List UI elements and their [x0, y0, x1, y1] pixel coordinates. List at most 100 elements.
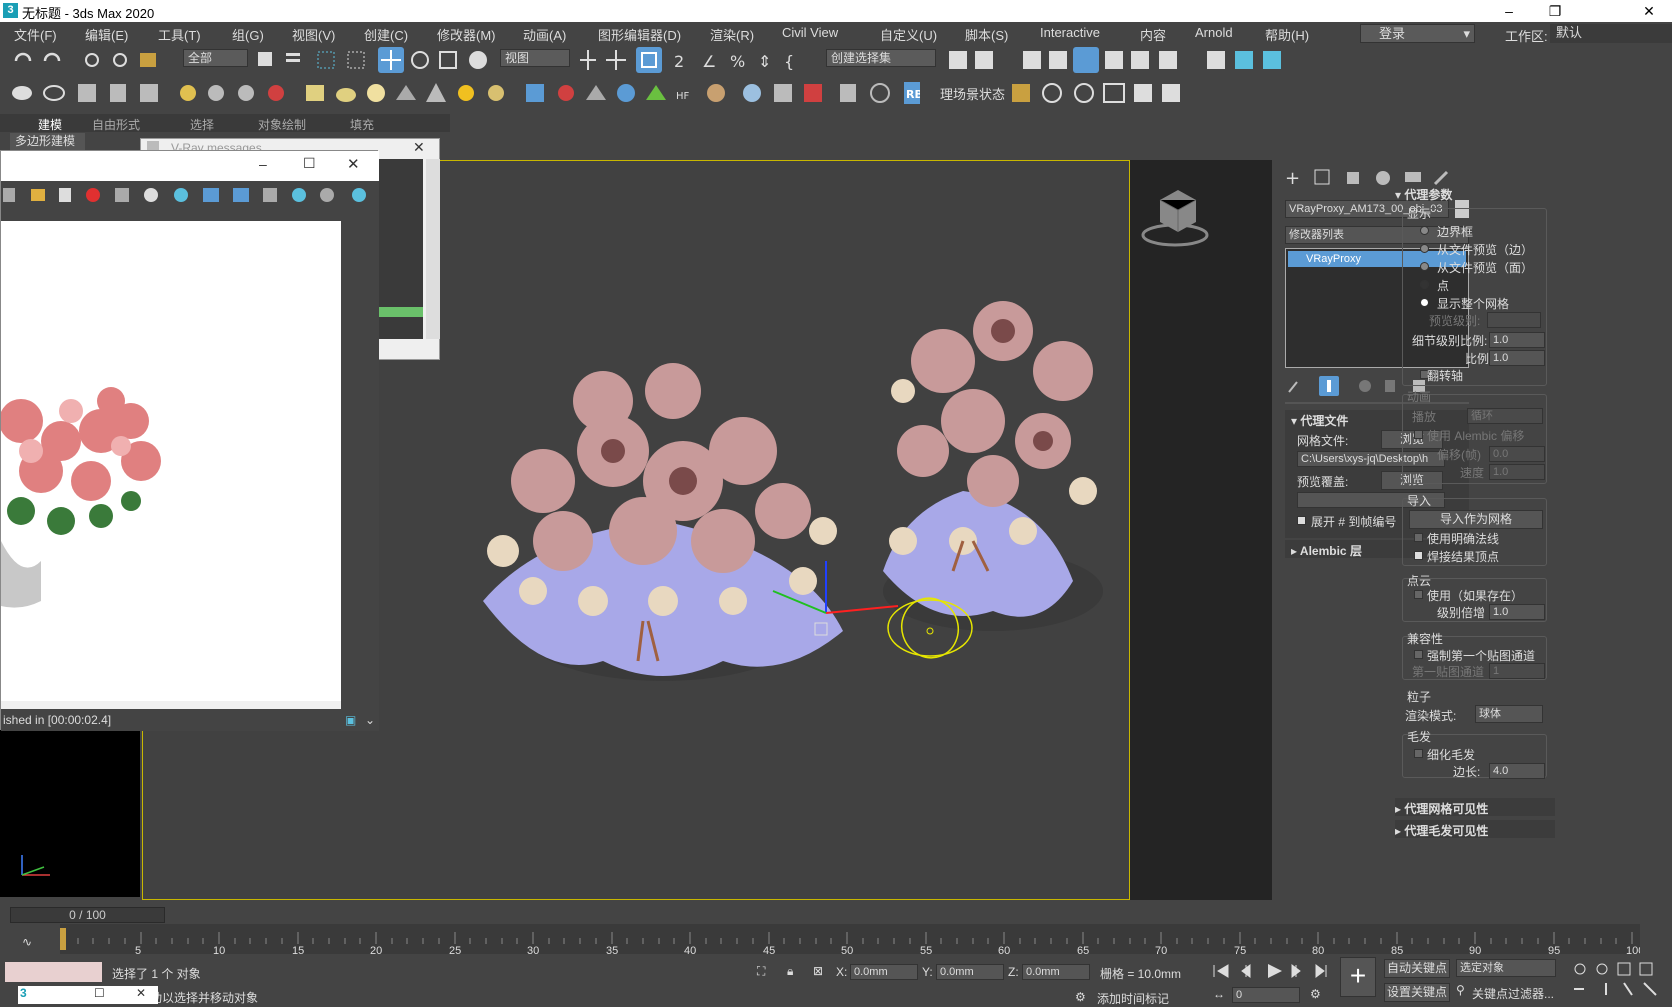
tab-populate[interactable]: 填充 [350, 116, 374, 133]
selection-tools-icons[interactable] [256, 49, 376, 71]
menu-arnold[interactable]: Arnold [1195, 25, 1233, 40]
maximize-icon[interactable]: ❐ [1532, 0, 1578, 22]
tab-freeform[interactable]: 自由形式 [92, 116, 140, 133]
lod-spinner[interactable]: 1.0 [1489, 332, 1545, 348]
maxscript-mini-listener[interactable] [5, 962, 102, 982]
close-icon[interactable]: ✕ [1626, 0, 1672, 22]
render-toolbar-icons[interactable]: HF RB [10, 80, 920, 106]
time-config-icon[interactable]: ⚙ [1310, 987, 1321, 1001]
menu-rendering[interactable]: 渲染(R) [710, 25, 754, 44]
right-toolbar-icons[interactable] [945, 47, 1290, 73]
maximize-icon[interactable]: ☐ [303, 155, 316, 172]
subdiv-hair-checkbox[interactable] [1414, 749, 1423, 758]
radio-whole-mesh[interactable] [1420, 298, 1429, 307]
x-coord-field[interactable]: 0.0mm [850, 964, 918, 980]
tab-selection[interactable]: 选择 [190, 116, 214, 133]
render-mode-dropdown[interactable]: 球体 [1475, 705, 1543, 723]
key-filter-icon[interactable]: ⚲ [1456, 983, 1465, 997]
y-coord-field[interactable]: 0.0mm [936, 964, 1004, 980]
force-channel-checkbox[interactable] [1414, 650, 1423, 659]
menu-group[interactable]: 组(G) [232, 25, 264, 44]
edge-length-spinner[interactable]: 4.0 [1489, 763, 1545, 779]
workspace-dropdown[interactable]: 默认 [1550, 24, 1672, 43]
set-key-icon[interactable]: + [1340, 957, 1376, 997]
time-slider[interactable]: 0 / 100 [10, 907, 165, 923]
radio-point[interactable] [1420, 280, 1429, 289]
radio-bounding-box[interactable] [1420, 226, 1429, 235]
curve-editor-icon[interactable]: ∿ [22, 935, 32, 949]
isolate-icon[interactable]: ⛶ [757, 964, 765, 979]
menu-interactive[interactable]: Interactive [1040, 25, 1100, 40]
playback-controls[interactable] [1210, 961, 1330, 981]
chevron-down-icon[interactable]: ⌄ [365, 709, 375, 731]
undo-redo-icons[interactable] [12, 49, 67, 71]
maximize-icon[interactable]: ☐ [94, 986, 105, 1000]
expand-frame-checkbox[interactable] [1297, 516, 1306, 525]
pointcloud-use-checkbox[interactable] [1414, 590, 1423, 599]
frame-step-icon[interactable]: ↔ [1213, 987, 1225, 1001]
minimize-icon[interactable]: – [259, 156, 267, 172]
key-filters-button[interactable]: 关键点过滤器... [1472, 985, 1554, 1002]
viewport-nav-icons[interactable] [1570, 959, 1670, 999]
explicit-normals-checkbox[interactable] [1414, 533, 1423, 542]
radio-preview-faces[interactable] [1420, 262, 1429, 271]
vfb-panel-icon[interactable]: ▣ [345, 709, 356, 731]
vray-scrollbar[interactable] [426, 159, 440, 339]
menu-customize[interactable]: 自定义(U) [880, 25, 937, 44]
transform-tools-icons[interactable] [378, 47, 493, 73]
level-mult-spinner[interactable]: 1.0 [1489, 604, 1545, 620]
vfb-tool-icons[interactable] [1, 181, 379, 209]
reference-coord-dropdown[interactable]: 视图 [500, 49, 570, 67]
playback-dropdown[interactable]: 循环 [1467, 408, 1543, 424]
snap-tools-icons[interactable]: 2 ∠% ⇕ { [578, 47, 798, 73]
selection-filter-dropdown[interactable]: 全部 [183, 49, 248, 67]
set-key-button[interactable]: 设置关键点 [1384, 983, 1450, 1002]
close-icon[interactable]: ✕ [347, 155, 360, 173]
login-dropdown[interactable]: 登录 ▾ [1360, 24, 1475, 43]
minimize-icon[interactable]: – [1486, 0, 1532, 22]
menu-content[interactable]: 内容 [1140, 25, 1166, 44]
menu-animation[interactable]: 动画(A) [523, 25, 566, 44]
add-time-tag[interactable]: 添加时间标记 [1097, 990, 1169, 1007]
menu-graph-editors[interactable]: 图形编辑器(D) [598, 25, 681, 44]
menu-edit[interactable]: 编辑(E) [85, 25, 128, 44]
ribbon-sub-polymodel[interactable]: 多边形建模 [10, 133, 85, 150]
close-icon[interactable]: ✕ [413, 139, 425, 156]
offset-spinner[interactable]: 0.0 [1489, 446, 1545, 462]
time-cursor[interactable] [60, 928, 66, 950]
selected-objects-dropdown[interactable]: 选定对象 [1456, 959, 1556, 977]
scale-spinner[interactable]: 1.0 [1489, 350, 1545, 366]
tab-modeling[interactable]: 建模 [38, 116, 62, 133]
viewcube-icon[interactable] [1130, 180, 1220, 250]
named-selection-dropdown[interactable]: 创建选择集 [826, 49, 936, 67]
map-channel-spinner[interactable]: 1 [1489, 663, 1545, 679]
lock-icon[interactable]: 🔒︎ [787, 964, 793, 979]
auto-key-button[interactable]: 自动关键点 [1384, 959, 1450, 978]
menu-file[interactable]: 文件(F) [14, 25, 57, 44]
menu-create[interactable]: 创建(C) [364, 25, 408, 44]
alembic-title[interactable]: ▸ Alembic 层 [1291, 542, 1362, 559]
close-icon[interactable]: ✕ [136, 986, 146, 1000]
proxy-mesh-visibility-title[interactable]: ▸ 代理网格可见性 [1395, 800, 1488, 817]
menu-view[interactable]: 视图(V) [292, 25, 335, 44]
tab-object-paint[interactable]: 对象绘制 [258, 116, 306, 133]
proxy-file-title[interactable]: ▾ 代理文件 [1291, 412, 1348, 429]
vfb-render-canvas[interactable] [0, 221, 341, 701]
link-icons[interactable] [82, 49, 162, 71]
proxy-hair-visibility-title[interactable]: ▸ 代理毛发可见性 [1395, 822, 1488, 839]
speed-spinner[interactable]: 1.0 [1489, 464, 1545, 480]
absolute-mode-icon[interactable]: ⊠ [813, 964, 823, 978]
radio-preview-edges[interactable] [1420, 244, 1429, 253]
z-coord-field[interactable]: 0.0mm [1022, 964, 1090, 980]
current-frame-field[interactable]: 0 [1232, 987, 1300, 1003]
alembic-offset-checkbox[interactable] [1414, 430, 1423, 439]
add-time-tag-icon[interactable]: ⚙ [1075, 990, 1086, 1004]
import-as-mesh-button[interactable]: 导入作为网格 [1409, 510, 1543, 529]
menu-tools[interactable]: 工具(T) [158, 25, 201, 44]
command-panel-tabs[interactable]: + [1285, 168, 1475, 188]
menu-civil-view[interactable]: Civil View [782, 25, 838, 40]
taskbar-preview[interactable]: 3 ☐ ✕ [18, 986, 158, 1004]
weld-vertices-checkbox[interactable] [1414, 551, 1423, 560]
menu-modifiers[interactable]: 修改器(M) [437, 25, 496, 44]
preview-level-dropdown[interactable] [1487, 312, 1541, 328]
